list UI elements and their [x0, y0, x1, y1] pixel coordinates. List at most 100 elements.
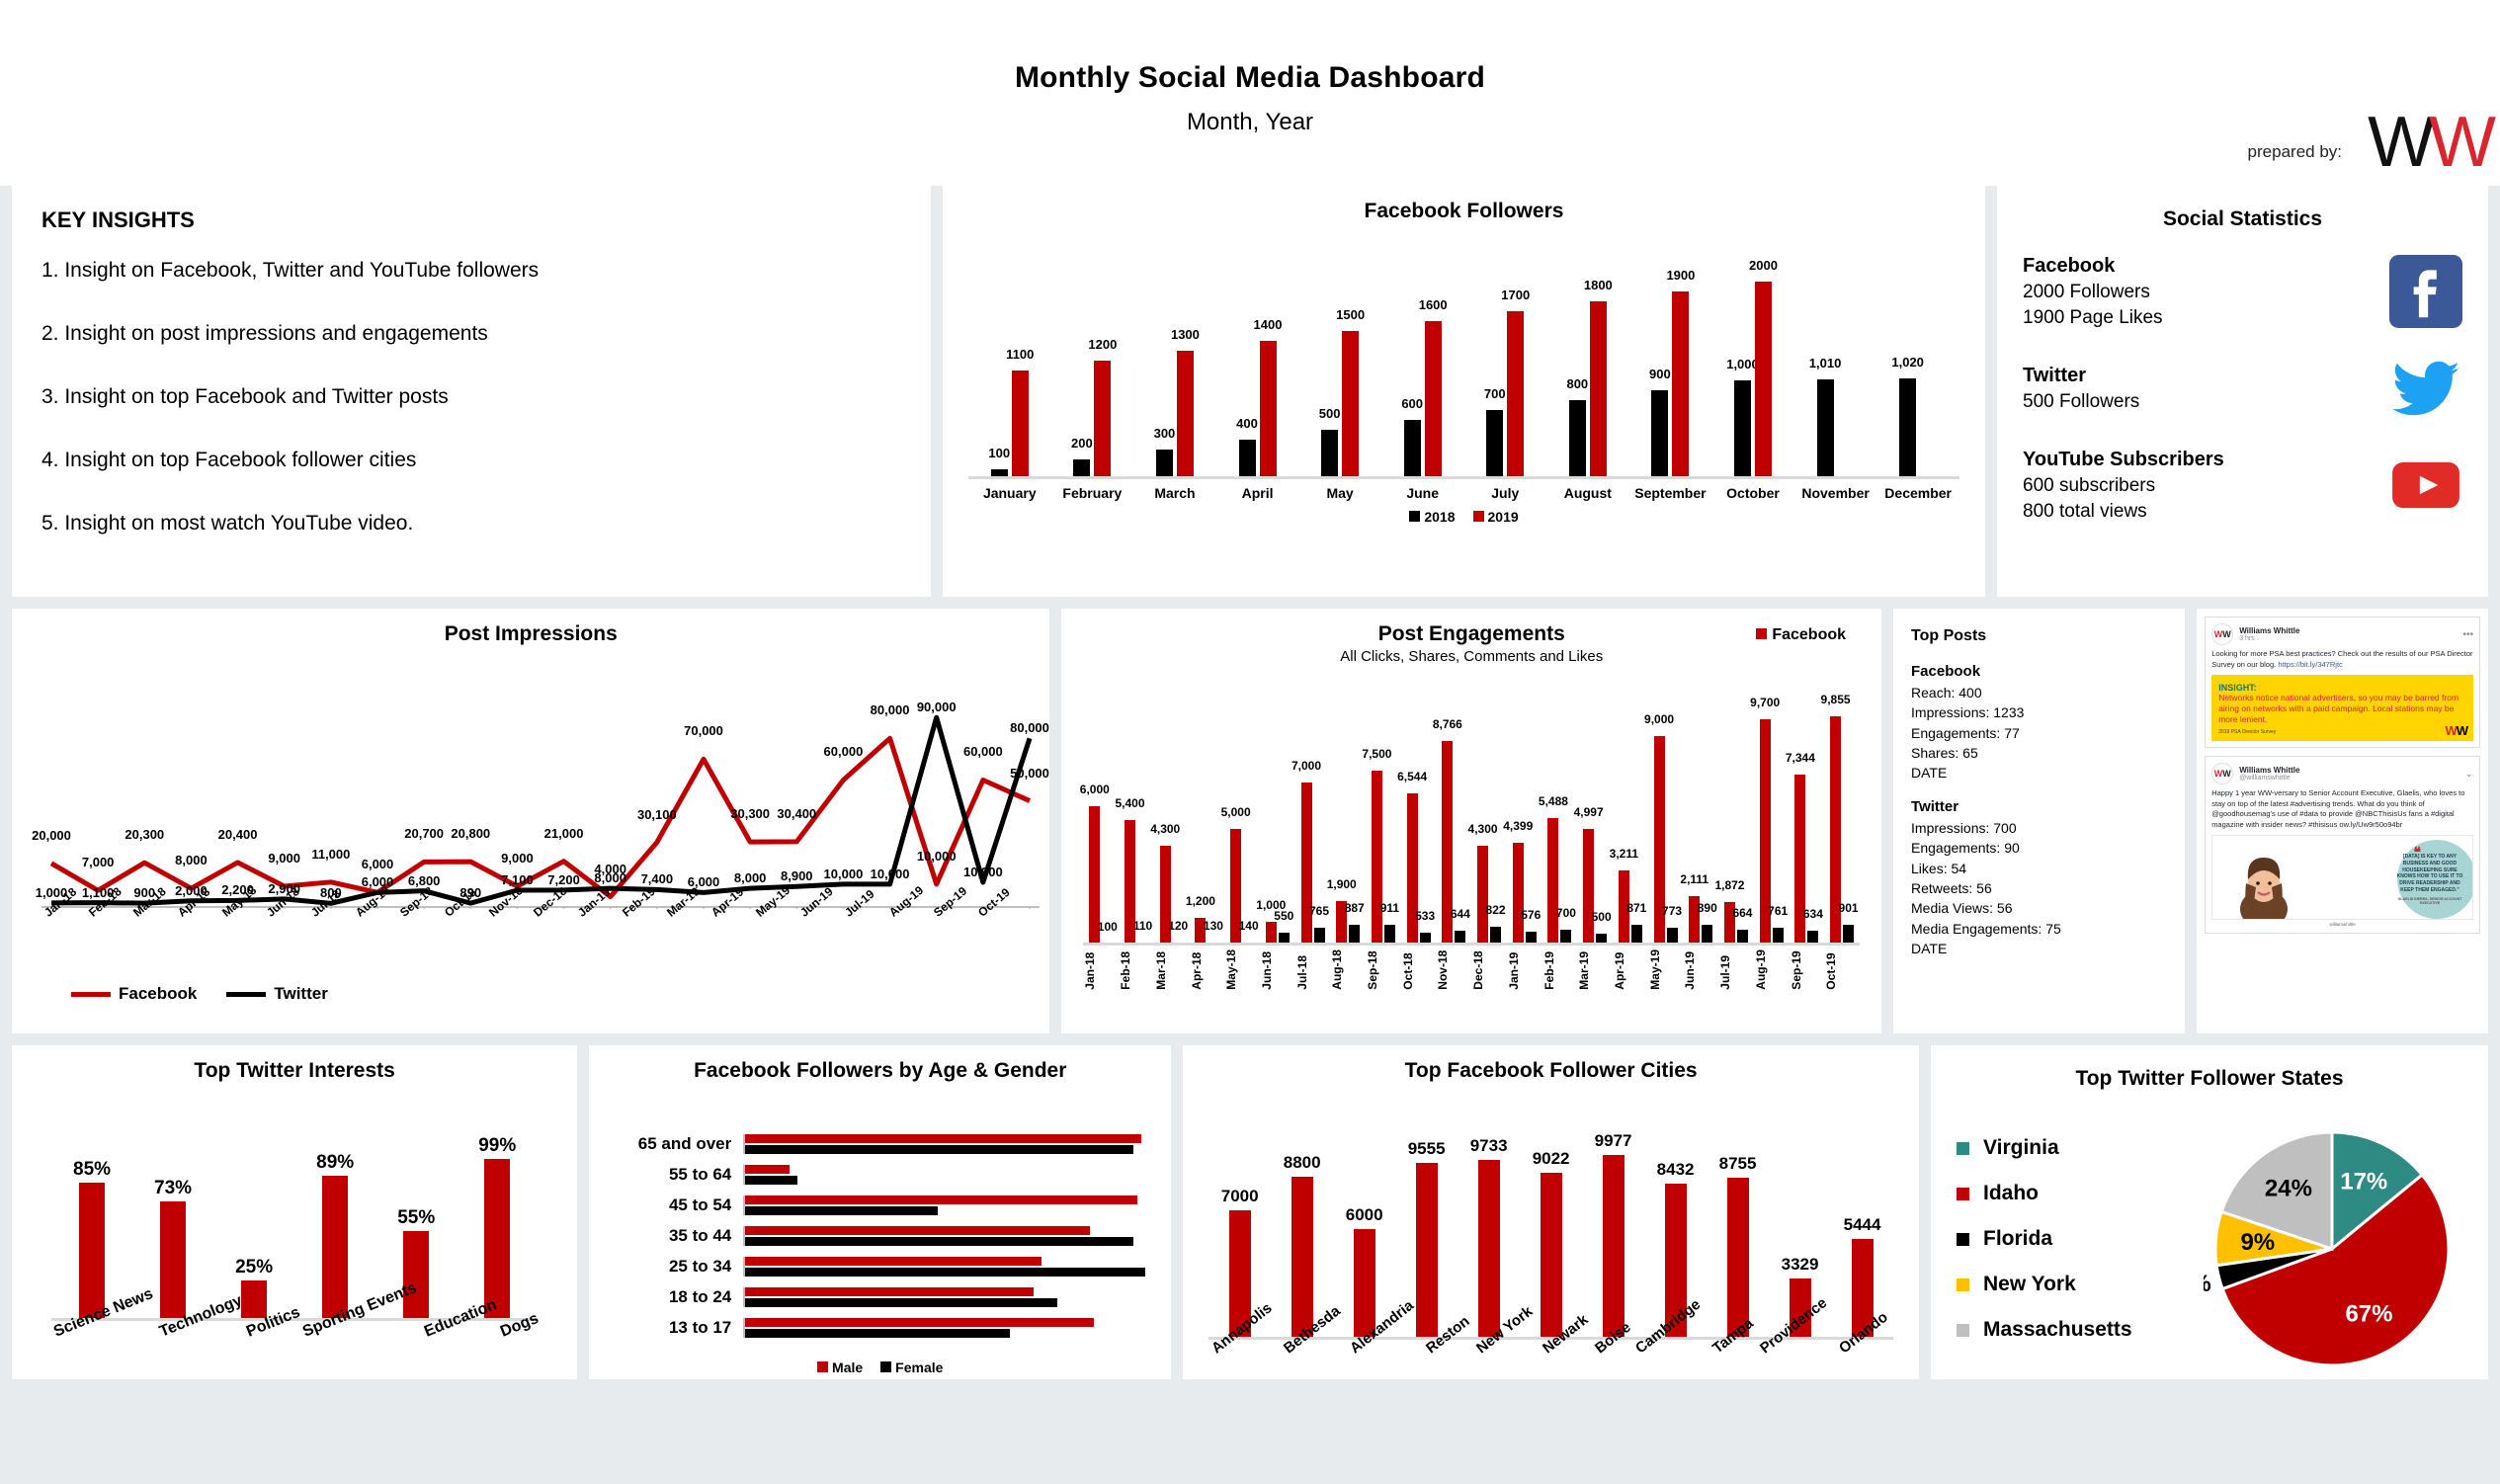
bar-value-label: 1100 — [1006, 347, 1035, 362]
bar-group: 9,700 761 — [1750, 696, 1790, 946]
data-point-label: 60,000 — [823, 744, 864, 760]
x-axis-label: Jan-18 — [1083, 951, 1098, 990]
page-subtitle: Month, Year — [1186, 109, 1314, 135]
insight-text: Networks notice national advertisers, so… — [2218, 693, 2459, 725]
bar-group: 200 1200 — [1051, 267, 1134, 479]
bar: 9977 — [1595, 1131, 1632, 1340]
legend-item-female: Female — [880, 1360, 943, 1375]
bar: 9022 — [1533, 1149, 1570, 1340]
bar-value-label: 85% — [73, 1158, 112, 1180]
bar-pair — [743, 1287, 1145, 1307]
bar-group: 4,997 500 — [1573, 699, 1613, 946]
bar-group: 6,544 533 — [1397, 699, 1437, 946]
bar-group: 2,111 890 — [1680, 699, 1718, 946]
list-item: 1. Insight on Facebook, Twitter and YouT… — [42, 259, 540, 282]
pie-slice-label: 9% — [2240, 1229, 2275, 1256]
bar-value-label: 1500 — [1336, 307, 1366, 322]
bar-value-label: 634 — [1802, 907, 1823, 922]
chart-legend: Facebook — [1756, 626, 1846, 644]
x-axis-label: February — [1062, 485, 1123, 501]
bar-male — [745, 1257, 1042, 1266]
x-axis-label: Sep-18 — [1366, 950, 1380, 990]
bar-value-label: 1,872 — [1714, 877, 1745, 892]
bar-female — [745, 1176, 797, 1185]
data-point-label: 9,000 — [501, 851, 534, 866]
bar-value-label: 55% — [397, 1207, 436, 1229]
bar-value-label: 600 — [1401, 396, 1424, 411]
bar: 9555 — [1408, 1139, 1446, 1340]
x-axis-label: May — [1326, 485, 1354, 501]
post-link[interactable]: https://bit.ly/347Rjtc — [2278, 660, 2342, 669]
stat-line: 2000 Followers — [2023, 282, 2150, 302]
bar: 7,000 — [1292, 759, 1321, 946]
ww-logo-small: WW — [2445, 723, 2468, 739]
chevron-down-icon[interactable]: ⌄ — [2465, 769, 2473, 780]
bar-value-label: 1,020 — [1891, 355, 1924, 370]
post-header: WW Williams Whittle 3 hrs · ••• — [2211, 623, 2473, 645]
top-follower-cities-chart: Top Facebook Follower Cities 7000 8800 600… — [1183, 1045, 1919, 1379]
stat-line: 500 Followers — [2023, 390, 2140, 412]
chart-title: Facebook Followers — [1364, 200, 1564, 222]
legend-label: Massachusetts — [1983, 1318, 2132, 1341]
bar: 1,000 — [1726, 357, 1759, 479]
insight-label: INSIGHT: — [2218, 683, 2257, 693]
bar: 2000 — [1749, 258, 1778, 479]
x-axis-labels: Science News Technology Politics Sporting E… — [51, 1279, 542, 1343]
bar-value-label: 9,700 — [1750, 696, 1781, 710]
social-statistics-rows: Facebook 2000 Followers 1900 Page Likes Twi… — [2023, 253, 2462, 525]
bar-value-label: 140 — [1238, 918, 1259, 933]
data-point-label: 20,000 — [32, 827, 71, 843]
chart-plot-area: 100 1100 200 1200 300 1300 400 1400 500 1500 600 16… — [968, 258, 1959, 479]
bar-value-label: 1600 — [1418, 297, 1448, 313]
bar-group: 5,488 700 — [1539, 699, 1578, 946]
ww-logo-second: W — [2429, 103, 2496, 182]
stat-line: Media Views: 56 — [1911, 900, 2013, 917]
x-axis-label: Feb-18 — [1119, 951, 1133, 990]
twitter-post-card[interactable]: WW Williams Whittle @williamswhittle ⌄ H… — [2205, 756, 2480, 935]
bar-value-label: 8800 — [1283, 1153, 1321, 1172]
x-axis-label: January — [982, 485, 1037, 501]
bar-pair — [743, 1165, 1145, 1185]
x-axis-label: Nov-18 — [1436, 949, 1451, 990]
bar-pair — [743, 1318, 1145, 1338]
bar-value-label: 6000 — [1345, 1204, 1383, 1224]
x-axis-label: Jun-19 — [1683, 951, 1698, 990]
bar-value-label: 500 — [1318, 406, 1341, 421]
top-post-twitter: Twitter Impressions: 700 Engagements: 90… — [1911, 796, 2167, 958]
bar-value-label: 1,010 — [1808, 356, 1842, 371]
bar: 1800 — [1584, 278, 1613, 479]
avatar: WW — [2211, 623, 2234, 645]
bar-value-label: 8432 — [1656, 1159, 1695, 1179]
facebook-post-card[interactable]: WW Williams Whittle 3 hrs · ••• Looking … — [2205, 617, 2480, 749]
legend-swatch — [1409, 511, 1421, 522]
bar: 1,020 — [1891, 355, 1924, 479]
stat-line: 1900 Page Likes — [2023, 306, 2163, 328]
bar-value-label: 822 — [1485, 902, 1506, 917]
legend-item-florida: Florida — [1957, 1227, 2204, 1251]
data-point-label: 80,000 — [1010, 720, 1049, 736]
bar-value-label: 1300 — [1170, 327, 1200, 342]
x-axis-label: Jun-18 — [1259, 951, 1274, 990]
x-axis-label: Aug-18 — [1330, 949, 1345, 990]
social-statistics-panel: Social Statistics Facebook 2000 Followers… — [1997, 186, 2488, 597]
more-options-icon[interactable]: ••• — [2462, 629, 2473, 640]
chart-plot-area: 7000 8800 6000 9555 9733 9022 9977 8432 8755 3329… — [1208, 1131, 1893, 1340]
x-axis-label: November — [1801, 485, 1870, 501]
legend-label: 2019 — [1487, 509, 1519, 525]
bar-value-label: 1,200 — [1185, 893, 1215, 908]
legend-label: New York — [1983, 1273, 2076, 1295]
avatar: WW — [2211, 763, 2234, 785]
bar-male — [745, 1226, 1090, 1235]
bar-value-label: 4,399 — [1503, 819, 1534, 834]
x-axis-label: Dec-18 — [1471, 950, 1486, 990]
followers-age-gender-chart: Facebook Followers by Age & Gender 65 an… — [589, 1045, 1172, 1379]
bar: 800 — [1566, 376, 1588, 479]
legend-item-twitter: Twitter — [226, 984, 328, 1004]
legend-swatch — [1957, 1278, 1969, 1291]
bar-group: 9977 — [1582, 1131, 1644, 1340]
bar-group: 5,000 140 — [1221, 699, 1260, 946]
bar-value-label: 4,997 — [1573, 805, 1604, 820]
bar-value-label: 9733 — [1469, 1135, 1508, 1155]
bar: 400 — [1236, 416, 1258, 479]
dashboard-header: Monthly Social Media Dashboard Month, Ye… — [0, 0, 2500, 186]
